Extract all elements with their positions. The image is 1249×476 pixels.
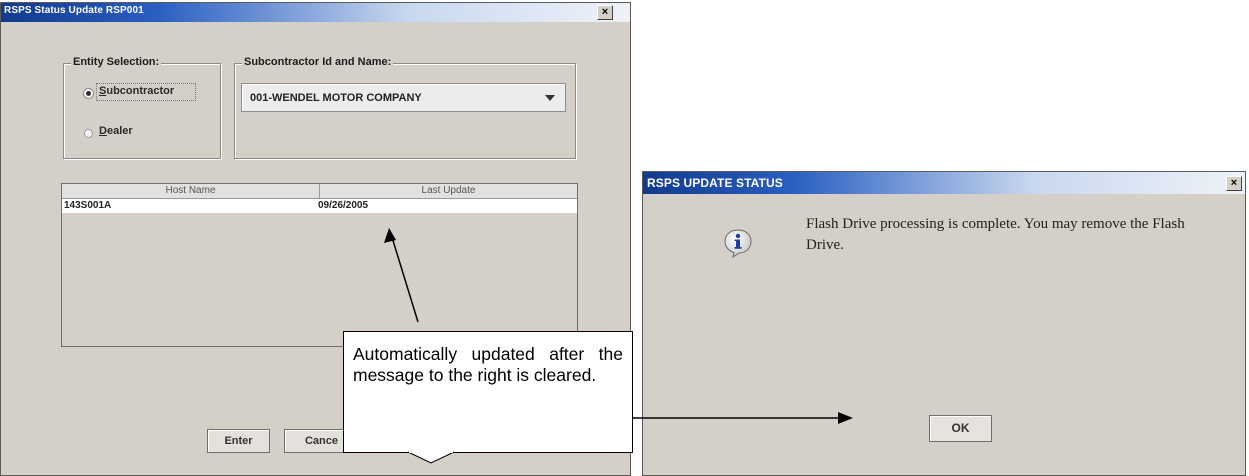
dialog-message: Flash Drive processing is complete. You … [806,216,1185,253]
ok-button[interactable]: OK [929,415,992,442]
subcontractor-dropdown[interactable]: 001-WENDEL MOTOR COMPANY [241,83,566,112]
dialog-title-bar: RSPS UPDATE STATUS × [643,172,1245,194]
subcontractor-label: Subcontractor Id and Name: [242,56,394,68]
enter-button[interactable]: Enter [207,429,270,453]
table-header: Host Name Last Update [62,184,577,199]
subcontractor-radio[interactable] [84,89,93,98]
column-header-last-update[interactable]: Last Update [320,184,577,198]
dialog-title: RSPS UPDATE STATUS [647,176,783,190]
info-icon [724,229,752,258]
chevron-down-icon[interactable] [545,95,555,101]
host-table: Host Name Last Update 143S001A 09/26/200… [61,183,578,347]
dealer-radio-label[interactable]: Dealer [99,125,133,137]
entity-selection-label: Entity Selection: [71,56,162,68]
annotation-callout: Automatically updated after the message … [343,331,633,453]
host-name-cell: 143S001A [64,200,112,211]
entity-selection-group [63,63,221,159]
window-title: RSPS Status Update RSP001 [4,5,144,16]
column-header-host-name[interactable]: Host Name [62,184,320,198]
subcontractor-radio-label[interactable]: Subcontractor [99,85,174,97]
last-update-cell: 09/26/2005 [318,200,369,211]
dialog-close-button[interactable]: × [1226,176,1242,191]
title-bar: RSPS Status Update RSP001 × [1,3,630,22]
table-row[interactable]: 143S001A 09/26/2005 [62,199,577,213]
callout-text: Automatically updated after the message … [353,344,623,385]
rsps-update-status-dialog: RSPS UPDATE STATUS × Flash Drive process… [642,171,1246,476]
close-button[interactable]: × [597,5,613,20]
dealer-radio[interactable] [84,129,93,138]
subcontractor-dropdown-value: 001-WENDEL MOTOR COMPANY [250,92,422,104]
